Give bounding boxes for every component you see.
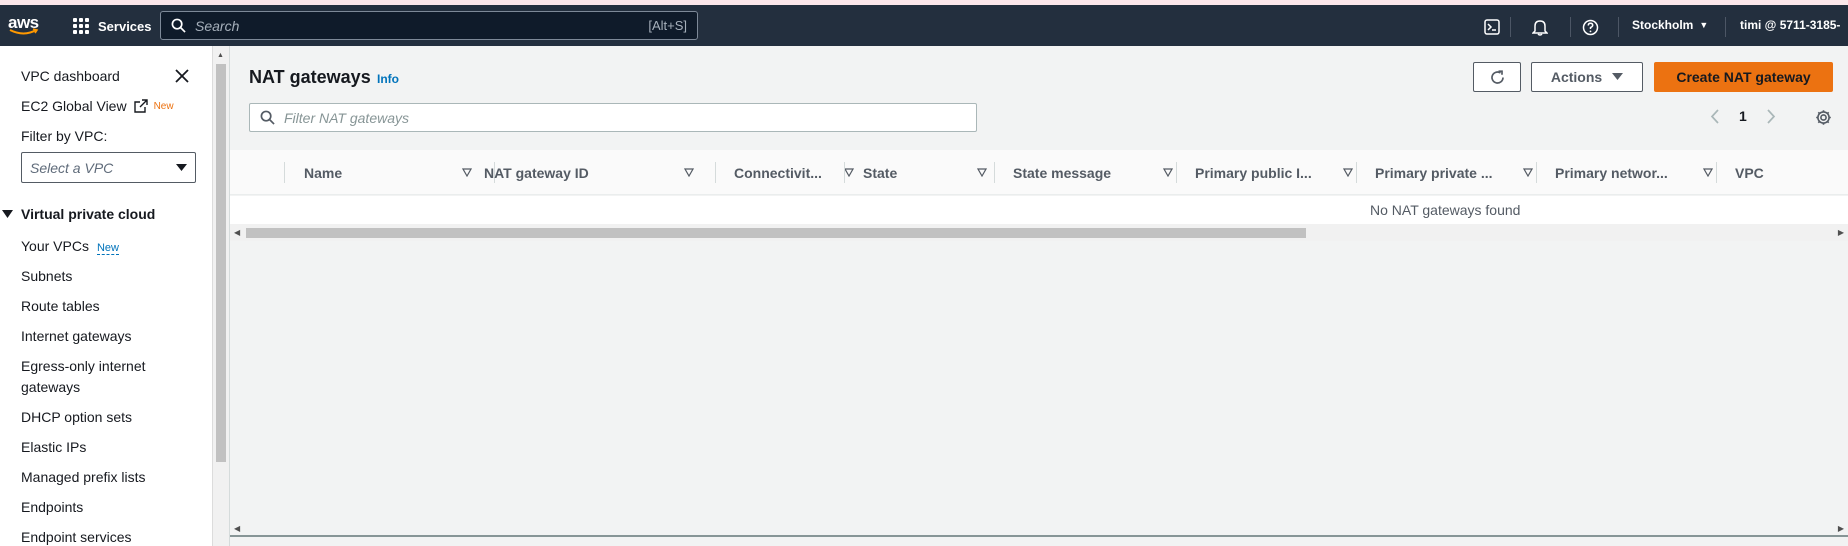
help-icon[interactable] bbox=[1580, 17, 1600, 37]
region-selector[interactable]: Stockholm ▼ bbox=[1632, 18, 1708, 32]
sidebar-item-your-vpcs[interactable]: Your VPCs New bbox=[21, 238, 119, 255]
sidebar-item-egress-only-gateways[interactable]: Egress-only internet bbox=[21, 358, 146, 374]
vpc-filter-select[interactable]: Select a VPC bbox=[21, 152, 196, 183]
notifications-bell-icon[interactable] bbox=[1530, 17, 1550, 37]
sidebar-item-dhcp-option-sets[interactable]: DHCP option sets bbox=[21, 409, 132, 425]
sidebar-item-endpoints[interactable]: Endpoints bbox=[21, 499, 83, 515]
column-header-primary-network-interface[interactable]: Primary networ... bbox=[1555, 150, 1725, 195]
scroll-left-arrow-icon[interactable]: ◀ bbox=[234, 228, 240, 237]
sort-caret-icon[interactable] bbox=[462, 168, 472, 177]
main-content: NAT gateways Info Actions Create NAT gat… bbox=[230, 46, 1848, 546]
sidebar-item-elastic-ips[interactable]: Elastic IPs bbox=[21, 439, 86, 455]
services-menu-button[interactable]: Services bbox=[73, 15, 152, 37]
chevron-left-icon[interactable] bbox=[1710, 108, 1719, 124]
grid-icon bbox=[73, 18, 89, 34]
sidebar-item-route-tables[interactable]: Route tables bbox=[21, 298, 100, 314]
gear-icon[interactable] bbox=[1815, 109, 1832, 131]
services-label: Services bbox=[98, 18, 152, 34]
scrollbar-track bbox=[230, 535, 1848, 537]
chevron-right-icon[interactable] bbox=[1767, 108, 1776, 124]
column-separator bbox=[1536, 162, 1537, 183]
column-header-connectivity[interactable]: Connectivit... bbox=[734, 150, 866, 195]
sidebar-item-ec2-global-view[interactable]: EC2 Global View New bbox=[21, 98, 174, 114]
scrollbar-thumb[interactable] bbox=[246, 228, 1306, 238]
sidebar-item-managed-prefix-lists[interactable]: Managed prefix lists bbox=[21, 469, 146, 485]
table-horizontal-scrollbar[interactable]: ◀ ▶ bbox=[230, 224, 1848, 241]
sort-caret-icon[interactable] bbox=[684, 168, 694, 177]
search-icon bbox=[260, 110, 275, 125]
nav-divider bbox=[1510, 17, 1511, 37]
nav-divider bbox=[1570, 17, 1571, 37]
create-nat-gateway-button[interactable]: Create NAT gateway bbox=[1654, 62, 1833, 92]
column-header-nat-gateway-id[interactable]: NAT gateway ID bbox=[484, 150, 706, 195]
sort-caret-icon[interactable] bbox=[1163, 168, 1173, 177]
new-badge: New bbox=[153, 100, 174, 112]
section-virtual-private-cloud[interactable]: Virtual private cloud bbox=[2, 206, 155, 222]
column-header-state[interactable]: State bbox=[863, 150, 999, 195]
scroll-right-arrow-icon[interactable]: ▶ bbox=[1838, 228, 1844, 237]
caret-down-icon: ▼ bbox=[1699, 20, 1709, 30]
scroll-left-arrow-icon[interactable]: ◀ bbox=[234, 524, 240, 533]
page-horizontal-scrollbar[interactable]: ◀ ▶ bbox=[230, 524, 1848, 546]
scrollbar-thumb[interactable] bbox=[216, 64, 226, 462]
sidebar: VPC dashboard EC2 Global View New Filter… bbox=[0, 46, 212, 546]
caret-down-icon bbox=[176, 163, 187, 171]
column-header-state-message[interactable]: State message bbox=[1013, 150, 1185, 195]
new-badge: New bbox=[96, 242, 119, 255]
top-navigation-bar: aws Services Search [Alt+S] Stockholm ▼ … bbox=[0, 5, 1848, 46]
column-separator bbox=[994, 162, 995, 183]
column-header-primary-private-ip[interactable]: Primary private ... bbox=[1375, 150, 1545, 195]
column-separator bbox=[715, 162, 716, 183]
actions-button[interactable]: Actions bbox=[1531, 62, 1643, 92]
search-shortcut: [Alt+S] bbox=[648, 18, 687, 33]
column-separator bbox=[1356, 162, 1357, 183]
sort-caret-icon[interactable] bbox=[844, 168, 854, 177]
scroll-up-arrow-icon[interactable]: ▲ bbox=[217, 52, 224, 59]
pagination: 1 bbox=[1710, 108, 1776, 124]
sidebar-item-subnets[interactable]: Subnets bbox=[21, 268, 72, 284]
cloudshell-icon[interactable] bbox=[1482, 17, 1502, 37]
column-separator bbox=[844, 162, 845, 183]
column-header-name[interactable]: Name bbox=[304, 150, 484, 195]
sort-caret-icon[interactable] bbox=[1703, 168, 1713, 177]
aws-smile-icon bbox=[9, 28, 39, 35]
aws-logo[interactable]: aws bbox=[8, 10, 40, 38]
external-link-icon bbox=[133, 99, 148, 113]
sidebar-item-internet-gateways[interactable]: Internet gateways bbox=[21, 328, 132, 344]
column-header-primary-public-ip[interactable]: Primary public I... bbox=[1195, 150, 1365, 195]
page-title: NAT gateways bbox=[249, 67, 371, 87]
nav-divider bbox=[1725, 17, 1726, 37]
column-separator bbox=[1176, 162, 1177, 183]
sidebar-item-endpoint-services[interactable]: Endpoint services bbox=[21, 529, 132, 545]
sort-caret-icon[interactable] bbox=[977, 168, 987, 177]
global-search-input[interactable]: Search [Alt+S] bbox=[160, 11, 698, 40]
account-menu[interactable]: timi @ 5711-3185- bbox=[1740, 18, 1840, 32]
close-icon[interactable] bbox=[174, 68, 190, 84]
sort-caret-icon[interactable] bbox=[1523, 168, 1533, 177]
search-placeholder: Search bbox=[195, 17, 240, 34]
sidebar-item-vpc-dashboard[interactable]: VPC dashboard bbox=[21, 68, 120, 84]
sidebar-scrollbar[interactable]: ▲ bbox=[212, 46, 229, 546]
column-separator bbox=[284, 162, 285, 183]
sidebar-item-egress-only-gateways-line2[interactable]: gateways bbox=[21, 379, 80, 395]
refresh-icon bbox=[1490, 69, 1504, 84]
filter-by-vpc-label: Filter by VPC: bbox=[21, 128, 108, 144]
search-icon bbox=[171, 18, 186, 33]
nav-divider bbox=[1618, 17, 1619, 37]
table-body: No NAT gateways found bbox=[230, 196, 1848, 224]
refresh-button[interactable] bbox=[1473, 62, 1521, 92]
table-header: Name NAT gateway ID Connectivit... State… bbox=[230, 150, 1848, 195]
region-label: Stockholm bbox=[1632, 18, 1694, 32]
caret-down-icon bbox=[2, 209, 13, 218]
column-header-vpc[interactable]: VPC bbox=[1735, 150, 1848, 195]
scroll-right-arrow-icon[interactable]: ▶ bbox=[1838, 524, 1844, 533]
empty-state-message: No NAT gateways found bbox=[1370, 202, 1521, 218]
caret-down-icon bbox=[1612, 73, 1624, 80]
sort-caret-icon[interactable] bbox=[1343, 168, 1353, 177]
page-number[interactable]: 1 bbox=[1739, 108, 1747, 124]
filter-nat-gateways-input[interactable]: Filter NAT gateways bbox=[249, 103, 977, 132]
info-link[interactable]: Info bbox=[377, 72, 399, 86]
column-separator bbox=[1716, 162, 1717, 183]
